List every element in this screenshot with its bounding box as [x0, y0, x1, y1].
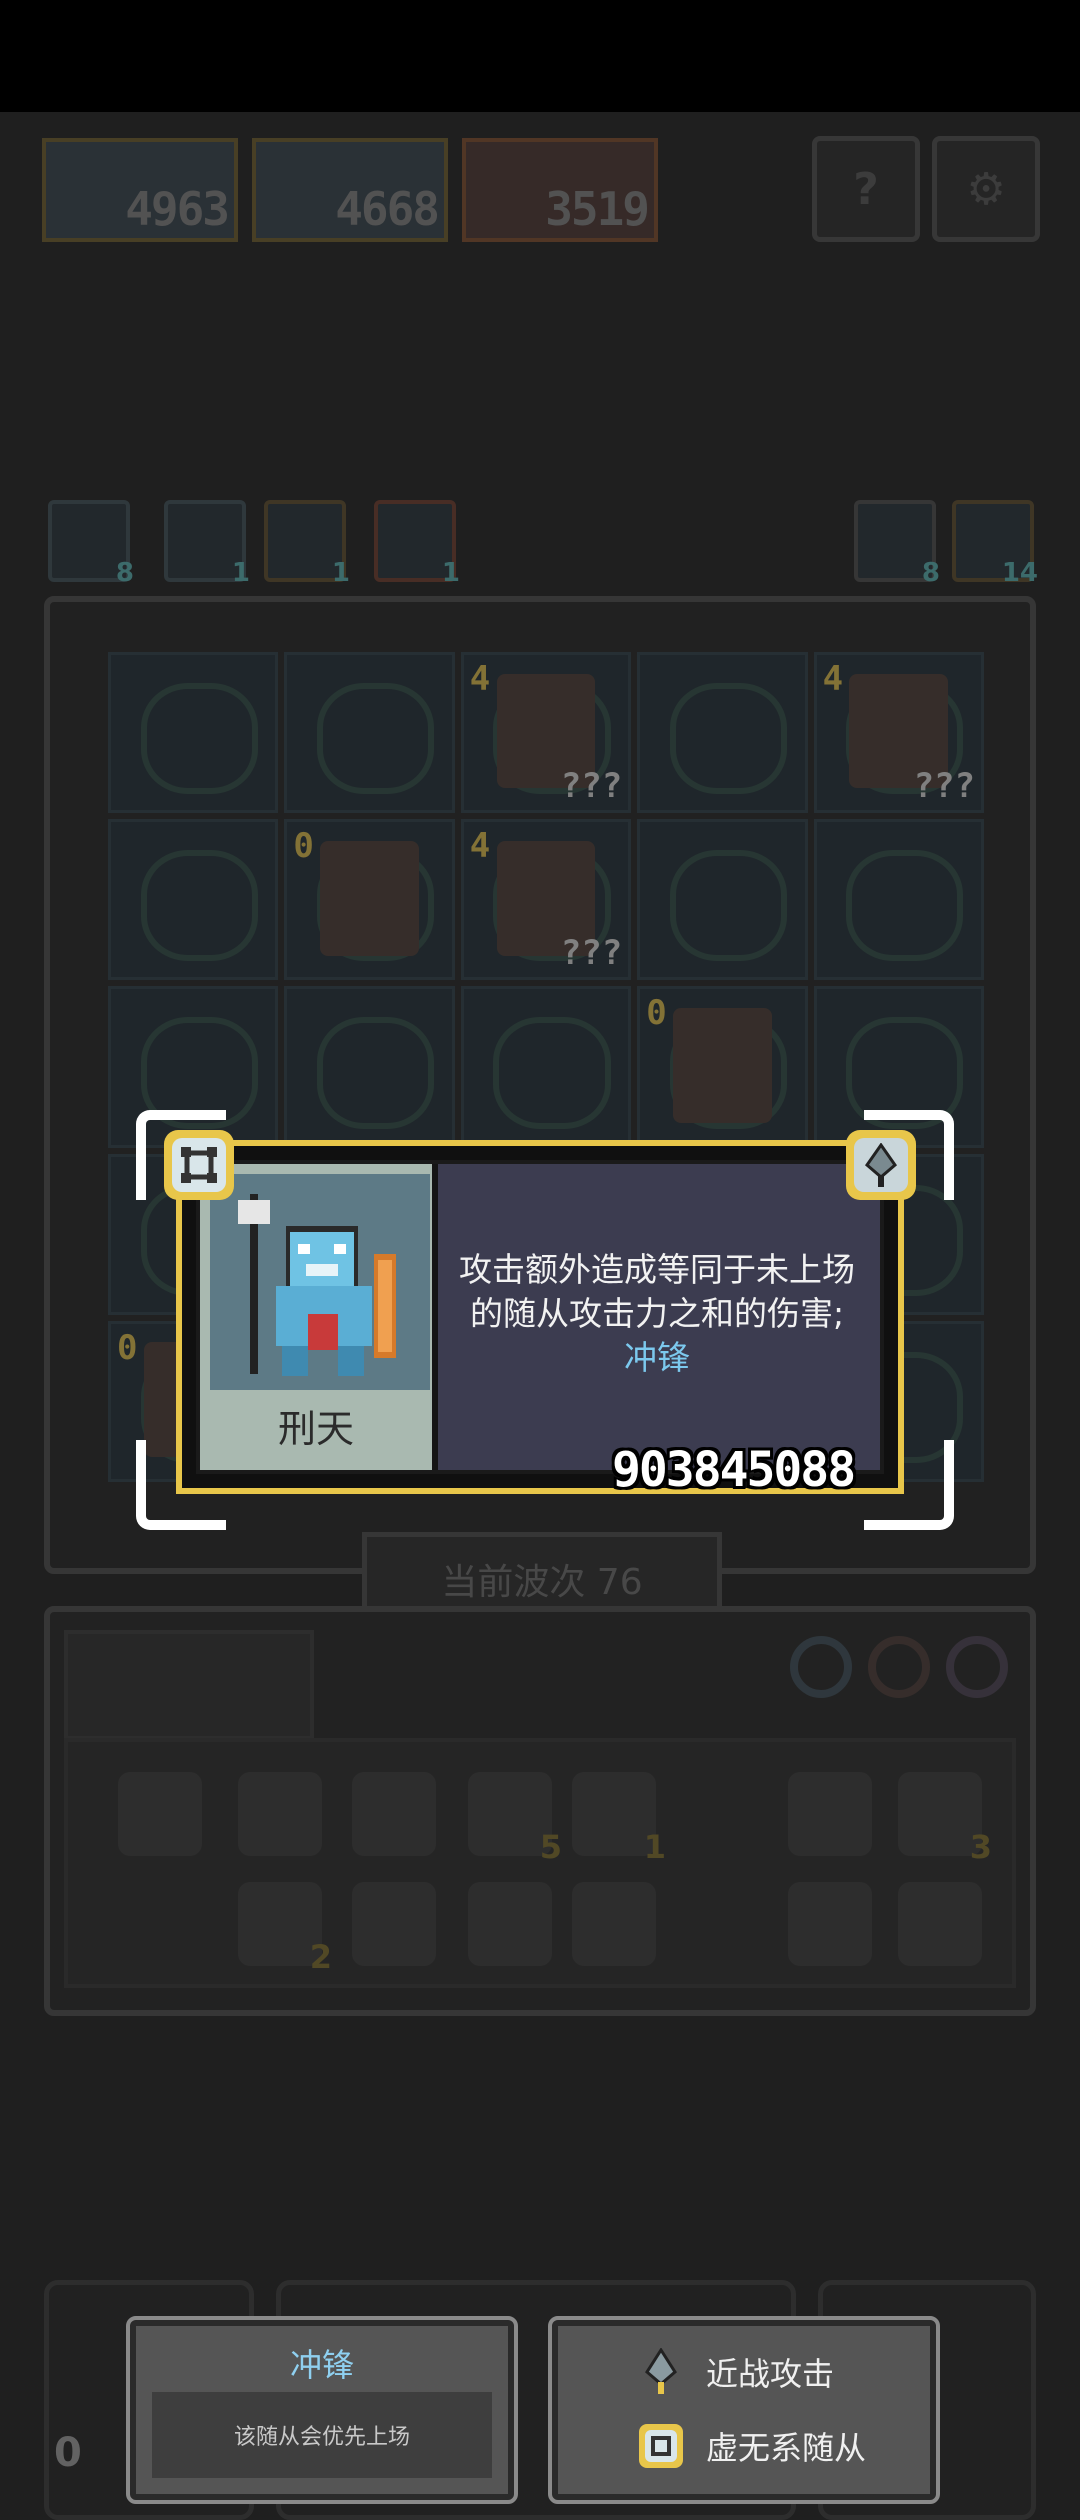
unit-unknown-stat: ???	[560, 766, 623, 807]
board-cell[interactable]: 0	[284, 819, 455, 981]
shop-item[interactable]	[898, 1882, 982, 1966]
shop-item[interactable]	[238, 1772, 322, 1856]
hero-name: 刑天	[277, 1407, 354, 1451]
shop-item[interactable]	[118, 1772, 202, 1856]
board-cell[interactable]	[284, 652, 455, 814]
item-count: 3	[969, 1828, 992, 1866]
round-icon[interactable]	[868, 1636, 930, 1698]
tag-label: 虚无系随从	[706, 2429, 867, 2467]
resource-count: 1	[231, 558, 250, 588]
board-cell[interactable]	[108, 819, 279, 981]
settings-button[interactable]: ⚙	[932, 136, 1040, 242]
resource-count: 1	[441, 558, 460, 588]
board-cell[interactable]: 4???	[460, 652, 632, 814]
hero-slot-1[interactable]: 4963	[42, 138, 238, 242]
keyword-body: 该随从会优先上场	[152, 2392, 492, 2478]
board-cell[interactable]	[108, 652, 279, 814]
xingtian-sprite	[238, 1194, 396, 1376]
board-cell[interactable]	[460, 986, 632, 1148]
hero-slot-2[interactable]: 4668	[252, 138, 448, 242]
gear-icon: ⚙	[966, 163, 1006, 215]
unit-level: 0	[117, 1327, 138, 1368]
board-cell[interactable]	[637, 652, 808, 814]
status-bar	[0, 0, 1080, 112]
energy-chip: 14	[952, 500, 1038, 588]
resource-chip: 1	[164, 500, 250, 588]
keyword-link[interactable]: 冲锋	[448, 1336, 866, 1380]
unit-unknown-stat: ???	[913, 766, 975, 807]
hero-power-number: 903845088	[612, 1442, 856, 1498]
keyword-tooltip: 冲锋 该随从会优先上场	[126, 2316, 518, 2504]
spear-icon	[638, 2346, 684, 2398]
description-text: 攻击额外造成等同于未上场的随从攻击力之和的伤害;	[459, 1250, 855, 1333]
resource-count: 1	[331, 558, 350, 588]
hero-portrait	[210, 1174, 430, 1390]
tag-void: 虚无系随从	[638, 2420, 866, 2472]
unit-unknown-stat: ???	[560, 933, 623, 974]
item-count: 5	[539, 1828, 562, 1866]
hero-detail-card[interactable]: 刑天 攻击额外造成等同于未上场的随从攻击力之和的伤害; 冲锋	[176, 1140, 904, 1494]
energy-count: 14	[1001, 558, 1038, 588]
item-count: 1	[643, 1828, 666, 1866]
void-icon	[172, 1138, 226, 1192]
help-button[interactable]: ?	[812, 136, 920, 242]
card-body: 刑天 攻击额外造成等同于未上场的随从攻击力之和的伤害; 冲锋	[196, 1160, 884, 1474]
unit-level: 0	[646, 993, 667, 1034]
shop-item[interactable]: 2	[238, 1882, 332, 1976]
hero-slot-3[interactable]: 3519	[462, 138, 658, 242]
portrait-panel: 刑天	[200, 1164, 438, 1470]
void-icon	[638, 2420, 684, 2472]
hero-score: 4963	[125, 182, 230, 236]
round-icon[interactable]	[790, 1636, 852, 1698]
shop-tab[interactable]	[64, 1630, 314, 1740]
unit-level: 4	[822, 659, 844, 699]
board-cell[interactable]	[813, 819, 984, 981]
help-icon: ?	[853, 163, 879, 215]
board-cell[interactable]: 4???	[813, 652, 984, 814]
hero-score: 3519	[545, 182, 650, 236]
shop-item[interactable]	[352, 1882, 436, 1966]
unit-sprite	[320, 840, 419, 956]
resource-chip: 8	[48, 500, 134, 588]
melee-type-badge	[846, 1130, 916, 1200]
shop-item[interactable]	[788, 1882, 872, 1966]
shop-item[interactable]	[572, 1882, 656, 1966]
resource-count: 8	[115, 558, 134, 588]
board-cell[interactable]: 4???	[460, 819, 632, 981]
hero-description: 攻击额外造成等同于未上场的随从攻击力之和的伤害; 冲锋	[448, 1248, 866, 1380]
shop-items: 5 1 3 2	[64, 1738, 1016, 1988]
round-icon[interactable]	[946, 1636, 1008, 1698]
tag-melee: 近战攻击	[638, 2346, 834, 2398]
shop-item[interactable]	[352, 1772, 436, 1856]
refresh-button[interactable]: 8	[854, 500, 940, 588]
tag-label: 近战攻击	[706, 2355, 835, 2393]
board-cell[interactable]	[637, 819, 808, 981]
void-type-badge	[164, 1130, 234, 1200]
resource-chip: 1	[264, 500, 350, 588]
tag-tooltip: 近战攻击 虚无系随从	[548, 2316, 940, 2504]
bottom-count: 0	[54, 2430, 82, 2476]
shop-item[interactable]: 3	[898, 1772, 992, 1866]
refresh-count: 8	[921, 558, 940, 588]
board-cell[interactable]	[284, 986, 455, 1148]
hero-score: 4668	[335, 182, 440, 236]
board-cell[interactable]: 0	[637, 986, 808, 1148]
resource-chip: 1	[374, 500, 460, 588]
spear-icon	[854, 1138, 908, 1192]
shop-item[interactable]: 1	[572, 1772, 666, 1866]
keyword-title: 冲锋	[289, 2346, 354, 2384]
unit-level: 4	[469, 659, 491, 699]
item-count: 2	[309, 1938, 332, 1976]
unit-level: 4	[469, 826, 491, 867]
unit-level: 0	[293, 826, 314, 867]
unit-sprite	[673, 1008, 772, 1123]
shop-item[interactable]: 5	[468, 1772, 562, 1866]
shop-item[interactable]	[468, 1882, 552, 1966]
shop-item[interactable]	[788, 1772, 872, 1856]
